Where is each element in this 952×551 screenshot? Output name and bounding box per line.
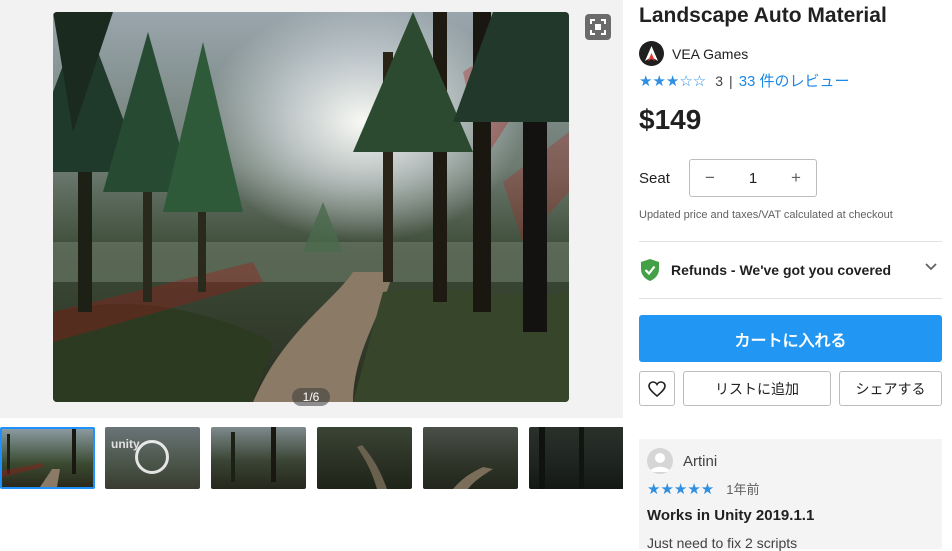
review-body: Just need to fix 2 scripts (647, 535, 798, 551)
thumbnail-5[interactable] (423, 427, 518, 489)
publisher-name: VEA Games (672, 45, 749, 62)
chevron-down-icon (925, 263, 937, 271)
refund-policy-toggle[interactable]: Refunds - We've got you covered (639, 255, 942, 285)
fullscreen-button[interactable] (585, 14, 611, 40)
add-to-list-button[interactable]: リストに追加 (683, 371, 831, 406)
thumbnail-3[interactable] (211, 427, 306, 489)
product-title: Landscape Auto Material (639, 4, 887, 27)
image-counter: 1/6 (292, 388, 330, 406)
thumbnail-1[interactable] (0, 427, 95, 489)
favorite-button[interactable] (639, 371, 675, 406)
review-date: 1年前 (726, 482, 760, 497)
heart-icon (648, 380, 666, 397)
fullscreen-icon (590, 19, 606, 35)
seat-quantity-input[interactable]: 1 (733, 170, 773, 187)
divider (639, 298, 942, 299)
rating-stars: ★★★☆☆ (639, 72, 707, 90)
thumbnail-6[interactable] (529, 427, 623, 489)
publisher-logo (639, 41, 664, 66)
increment-button[interactable]: + (776, 168, 816, 188)
share-button[interactable]: シェアする (839, 371, 942, 406)
thumbnail-2-video[interactable]: unity (105, 427, 200, 489)
avatar (647, 448, 673, 474)
product-price: $149 (639, 104, 702, 135)
review-meta: ★★★★★ 1年前 (647, 479, 759, 498)
product-gallery: 1/6 (0, 0, 623, 418)
reviewer: Artini (647, 448, 717, 474)
rating-row: ★★★☆☆ 3 | 33 件のレビュー (639, 70, 850, 91)
reviewer-name: Artini (683, 452, 718, 470)
play-icon (135, 440, 169, 474)
main-product-image[interactable] (53, 12, 569, 402)
forest-scene-illustration (53, 12, 569, 402)
thumbnail-4[interactable] (317, 427, 412, 489)
reviews-link[interactable]: 33 件のレビュー (739, 70, 850, 91)
thumbnail-video-text: unity (111, 437, 140, 451)
review-card: Artini ★★★★★ 1年前 Works in Unity 2019.1.1… (639, 439, 942, 551)
price-note: Updated price and taxes/VAT calculated a… (639, 209, 893, 221)
refund-text: Refunds - We've got you covered (671, 262, 892, 278)
rating-separator: | (729, 72, 733, 89)
seat-quantity-stepper: − 1 + (689, 159, 817, 197)
divider (639, 241, 942, 242)
publisher-link[interactable]: VEA Games (639, 41, 748, 66)
thumbnail-strip: unity (0, 427, 623, 491)
review-stars: ★★★★★ (647, 480, 715, 498)
seat-label: Seat (639, 170, 670, 187)
review-title: Works in Unity 2019.1.1 (647, 507, 815, 524)
rating-value: 3 (715, 72, 724, 89)
shield-check-icon (641, 259, 659, 281)
decrement-button[interactable]: − (690, 168, 730, 188)
add-to-cart-button[interactable]: カートに入れる (639, 315, 942, 362)
